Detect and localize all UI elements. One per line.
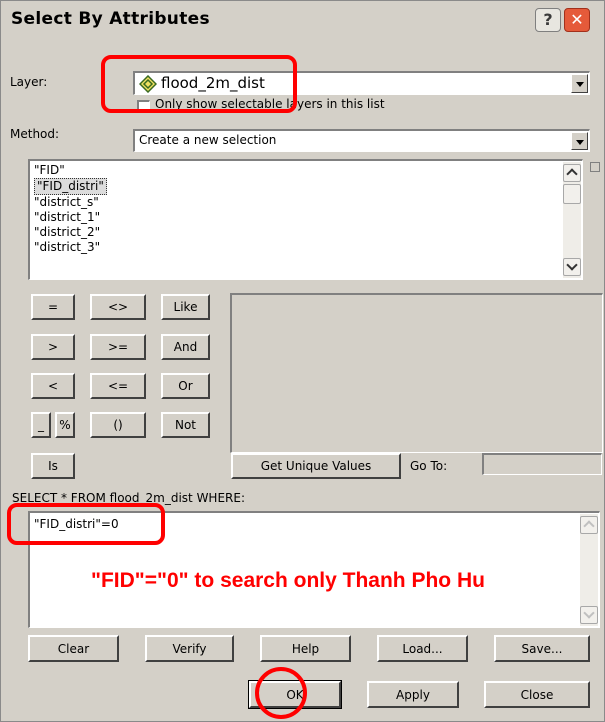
chevron-down-icon[interactable] bbox=[571, 74, 588, 93]
field-item-label: "district_s" bbox=[34, 195, 99, 209]
method-value: Create a new selection bbox=[139, 133, 277, 147]
layer-highlight bbox=[101, 55, 297, 113]
expression-scrollbar[interactable] bbox=[580, 514, 598, 626]
op-or-button[interactable]: Or bbox=[161, 373, 210, 399]
method-label: Method: bbox=[10, 127, 60, 141]
field-item[interactable]: "FID" bbox=[34, 163, 578, 178]
clear-button[interactable]: Clear bbox=[28, 635, 119, 662]
scroll-up-icon[interactable] bbox=[580, 516, 598, 534]
op-greater-button[interactable]: > bbox=[31, 334, 75, 360]
scroll-down-icon[interactable] bbox=[580, 606, 598, 624]
chevron-down-icon[interactable] bbox=[571, 132, 588, 150]
ok-highlight bbox=[255, 667, 307, 719]
scroll-down-icon[interactable] bbox=[563, 258, 581, 276]
save-button[interactable]: Save... bbox=[494, 635, 590, 662]
goto-label: Go To: bbox=[410, 459, 448, 473]
apply-button[interactable]: Apply bbox=[367, 681, 459, 708]
unique-values-list[interactable] bbox=[230, 293, 603, 453]
scroll-thumb[interactable] bbox=[563, 184, 581, 204]
fields-list[interactable]: "FID" "FID_distri" "district_s" "district_1… bbox=[28, 159, 583, 280]
field-item[interactable]: "district_s" bbox=[34, 195, 578, 210]
layer-label: Layer: bbox=[10, 75, 48, 89]
op-equals-button[interactable]: = bbox=[31, 294, 75, 320]
title-bar[interactable]: Select By Attributes ? ✕ bbox=[1, 1, 604, 39]
verify-button[interactable]: Verify bbox=[145, 635, 234, 662]
field-item-label: "district_3" bbox=[34, 240, 101, 254]
op-less-equal-button[interactable]: <= bbox=[90, 373, 146, 399]
op-not-equal-button[interactable]: <> bbox=[90, 294, 146, 320]
op-underscore-button[interactable]: _ bbox=[31, 412, 51, 438]
op-less-button[interactable]: < bbox=[31, 373, 75, 399]
dialog-title: Select By Attributes bbox=[11, 9, 210, 29]
field-item-label: "FID" bbox=[34, 163, 65, 177]
field-item[interactable]: "district_3" bbox=[34, 240, 578, 255]
op-greater-equal-button[interactable]: >= bbox=[90, 334, 146, 360]
op-not-button[interactable]: Not bbox=[161, 412, 210, 438]
field-item-label: "district_1" bbox=[34, 210, 101, 224]
goto-input[interactable] bbox=[482, 453, 602, 475]
op-like-button[interactable]: Like bbox=[161, 294, 210, 320]
method-dropdown[interactable]: Create a new selection bbox=[133, 129, 590, 152]
scroll-up-icon[interactable] bbox=[563, 164, 581, 182]
field-item-label: "FID_distri" bbox=[34, 178, 107, 195]
expression-highlight bbox=[7, 503, 165, 545]
op-parens-button[interactable]: () bbox=[90, 412, 146, 438]
field-item[interactable]: "district_1" bbox=[34, 210, 578, 225]
op-percent-button[interactable]: % bbox=[55, 412, 75, 438]
field-item-label: "district_2" bbox=[34, 225, 101, 239]
op-is-button[interactable]: Is bbox=[31, 453, 75, 479]
help-icon[interactable]: ? bbox=[535, 8, 561, 32]
help-button[interactable]: Help bbox=[260, 635, 351, 662]
close-icon[interactable]: ✕ bbox=[564, 8, 590, 32]
close-button[interactable]: Close bbox=[484, 681, 590, 708]
field-item[interactable]: "FID_distri" bbox=[34, 178, 578, 195]
list-resize-icon[interactable] bbox=[590, 162, 600, 172]
op-and-button[interactable]: And bbox=[161, 334, 210, 360]
fields-scrollbar[interactable] bbox=[563, 162, 581, 278]
field-item[interactable]: "district_2" bbox=[34, 225, 578, 240]
select-by-attributes-dialog: Select By Attributes ? ✕ Layer: flood_2m… bbox=[0, 0, 605, 722]
load-button[interactable]: Load... bbox=[377, 635, 468, 662]
annotation-text: "FID"="0" to search only Thanh Pho Hu bbox=[91, 569, 485, 592]
get-unique-values-button[interactable]: Get Unique Values bbox=[231, 453, 401, 479]
